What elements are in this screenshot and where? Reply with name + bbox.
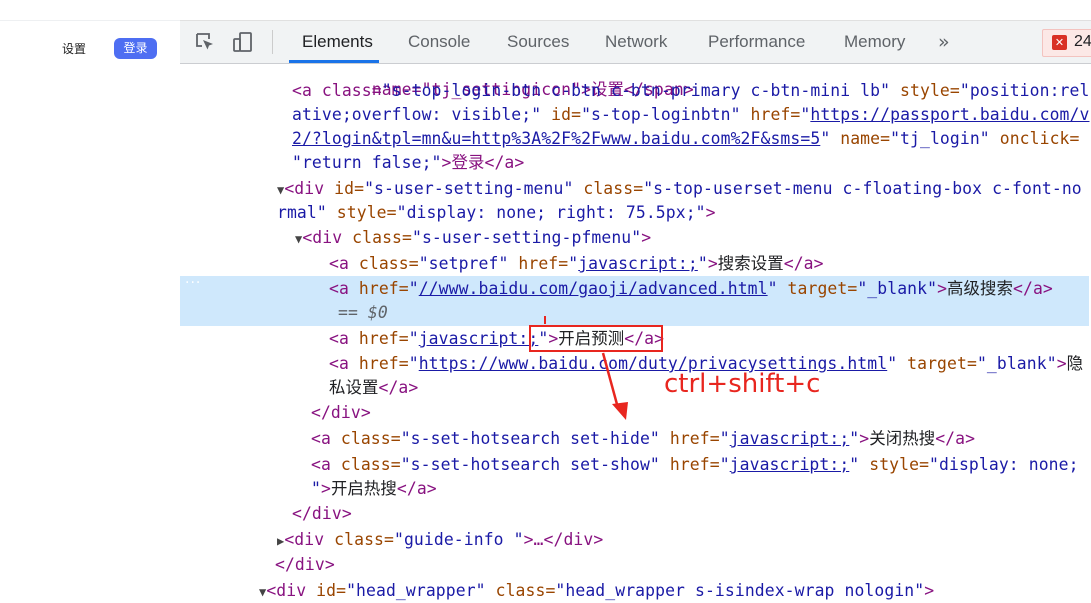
inspect-element-icon[interactable] — [194, 31, 216, 53]
tree-line[interactable]: 2/?login&tpl=mn&u=http%3A%2F%2Fwww.baidu… — [292, 127, 1091, 151]
tree-line[interactable]: ▼<div id="s-user-setting-menu" class="s-… — [277, 177, 1091, 201]
tab-network[interactable]: Network — [605, 32, 667, 52]
shortcut-annotation: ctrl+shift+c — [664, 369, 821, 399]
tab-sources[interactable]: Sources — [507, 32, 569, 52]
error-count: 24 — [1074, 33, 1091, 50]
more-tabs-icon[interactable]: » — [938, 31, 950, 53]
tab-memory[interactable]: Memory — [844, 32, 905, 52]
tree-line[interactable]: <a class="setpref" href="javascript:;">搜… — [329, 252, 1091, 276]
tree-line[interactable]: ▶<div class="guide-info ">…</div> — [277, 528, 1091, 552]
tree-line[interactable]: </div> — [311, 401, 1091, 425]
tree-line[interactable]: ▼<div class="s-user-setting-pfmenu"> — [295, 226, 1091, 250]
selected-node-marker: == $0 — [338, 303, 388, 322]
tree-line[interactable]: "return false;">登录</a> — [292, 151, 1091, 175]
error-counter-button[interactable]: ✕ 24 — [1042, 29, 1091, 57]
login-button[interactable]: 登录 — [114, 38, 157, 59]
tab-elements[interactable]: Elements — [302, 32, 373, 52]
tree-line[interactable]: <a class="s-set-hotsearch set-show" href… — [311, 453, 1091, 477]
tree-line[interactable]: rmal" style="display: none; right: 75.5p… — [277, 201, 1091, 225]
web-page-area: 设置 登录 — [0, 0, 181, 603]
tree-line[interactable]: ative;overflow: visible;" id="s-top-logi… — [292, 103, 1091, 127]
tree-line[interactable]: </div> — [275, 553, 1091, 577]
settings-link[interactable]: 设置 — [62, 40, 86, 57]
divider — [0, 20, 180, 21]
toolbar-divider — [272, 30, 273, 54]
node-menu-icon[interactable]: ··· — [185, 275, 201, 291]
device-toolbar-icon[interactable] — [232, 31, 254, 53]
tree-line[interactable]: ▼<div id="head_wrapper" class="head_wrap… — [259, 579, 1091, 603]
selected-tree-line[interactable]: <a href="//www.baidu.com/gaoji/advanced.… — [329, 277, 1091, 301]
devtools-top-strip — [180, 0, 1091, 20]
tree-line[interactable]: <a href="javascript:;">开启预测</a> — [329, 327, 1091, 351]
devtools-toolbar: Elements Console Sources Network Perform… — [180, 20, 1091, 64]
error-icon: ✕ — [1052, 35, 1067, 50]
tree-line[interactable]: </div> — [292, 502, 1091, 526]
tab-performance[interactable]: Performance — [708, 32, 805, 52]
devtools-panel: Elements Console Sources Network Perform… — [180, 0, 1091, 603]
tree-line[interactable]: ">开启热搜</a> — [311, 477, 1091, 501]
annotation-highlight-box — [529, 325, 663, 352]
tree-line[interactable]: name="tj_settingicon">设置</span> — [292, 62, 1091, 99]
tab-console[interactable]: Console — [408, 32, 470, 52]
screenshot: 设置 登录 Elements Console Sources Network P… — [0, 0, 1091, 603]
tree-line[interactable]: <a class="s-top-login-btn c-btn c-btn-pr… — [292, 79, 1091, 103]
tree-line[interactable]: <a class="s-set-hotsearch set-hide" href… — [311, 427, 1091, 451]
